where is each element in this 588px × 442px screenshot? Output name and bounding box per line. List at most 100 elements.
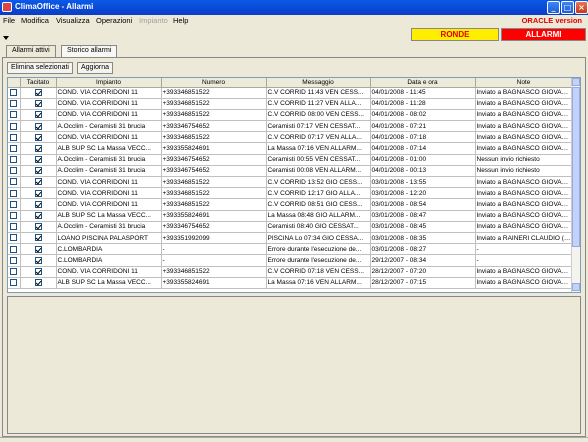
- row-select-checkbox-cell[interactable]: [8, 87, 21, 99]
- row-tacitato-checkbox[interactable]: [34, 267, 42, 275]
- column-header-numero[interactable]: Numero: [161, 78, 267, 88]
- table-row[interactable]: COND. VIA CORRIDONI 11 +393346851522 C.V C…: [8, 187, 573, 200]
- row-select-checkbox-cell[interactable]: [8, 277, 21, 289]
- row-tacitato-checkbox-cell[interactable]: [20, 232, 57, 245]
- row-select-checkbox[interactable]: [10, 223, 18, 231]
- table-row[interactable]: ALB SUP SC La Massa VECC... +393355824691…: [8, 210, 573, 222]
- row-tacitato-checkbox[interactable]: [34, 167, 42, 175]
- close-icon[interactable]: ×: [575, 1, 588, 14]
- row-tacitato-checkbox[interactable]: [34, 200, 42, 208]
- row-select-checkbox[interactable]: [10, 212, 18, 220]
- row-tacitato-checkbox[interactable]: [34, 88, 42, 96]
- row-select-checkbox-cell[interactable]: [8, 210, 21, 222]
- row-select-checkbox[interactable]: [10, 156, 18, 164]
- row-tacitato-checkbox-cell[interactable]: [20, 254, 57, 267]
- minimize-icon[interactable]: _: [547, 1, 560, 14]
- column-header-data[interactable]: Data e ora: [370, 78, 476, 88]
- row-tacitato-checkbox-cell[interactable]: [20, 198, 57, 211]
- row-tacitato-checkbox-cell[interactable]: [20, 243, 57, 256]
- row-select-checkbox-cell[interactable]: [8, 187, 21, 200]
- menu-modifica[interactable]: Modifica: [21, 16, 49, 25]
- menu-operazioni[interactable]: Operazioni: [96, 16, 132, 25]
- table-vertical-scrollbar[interactable]: [571, 78, 580, 292]
- table-row[interactable]: LOANO PISCINA PALASPORT +393351992099 PISC…: [8, 232, 573, 245]
- row-select-checkbox[interactable]: [10, 144, 18, 152]
- row-tacitato-checkbox-cell[interactable]: [20, 87, 57, 99]
- column-header-impianto[interactable]: Impianto: [56, 78, 162, 88]
- tab-allarmi-attivi[interactable]: Allarmi attivi: [6, 45, 56, 57]
- row-select-checkbox-cell[interactable]: [8, 98, 21, 110]
- refresh-button[interactable]: Aggiorna: [77, 62, 114, 74]
- row-select-checkbox-cell[interactable]: [8, 120, 21, 133]
- row-tacitato-checkbox-cell[interactable]: [20, 154, 57, 166]
- row-tacitato-checkbox-cell[interactable]: [20, 109, 57, 122]
- table-row[interactable]: COND. VIA CORRIDONI 11 +393346851522 C.V C…: [8, 176, 573, 189]
- row-select-checkbox-cell[interactable]: [8, 176, 21, 189]
- row-select-checkbox[interactable]: [10, 189, 18, 197]
- allarmi-button[interactable]: ALLARMI: [501, 28, 586, 41]
- row-tacitato-checkbox[interactable]: [34, 111, 42, 119]
- row-tacitato-checkbox[interactable]: [34, 234, 42, 242]
- maximize-icon[interactable]: □: [561, 1, 574, 14]
- row-tacitato-checkbox-cell[interactable]: [20, 176, 57, 189]
- row-select-checkbox[interactable]: [10, 234, 18, 242]
- table-row[interactable]: COND. VIA CORRIDONI 11 +393346851522 C.V C…: [8, 87, 573, 99]
- row-tacitato-checkbox[interactable]: [34, 100, 42, 108]
- row-select-checkbox[interactable]: [10, 88, 18, 96]
- table-row[interactable]: A.Occlim - Ceramisti 31 brucia +393346754…: [8, 120, 573, 133]
- row-tacitato-checkbox-cell[interactable]: [20, 266, 57, 278]
- row-tacitato-checkbox-cell[interactable]: [20, 98, 57, 110]
- row-select-checkbox-cell[interactable]: [8, 109, 21, 122]
- row-tacitato-checkbox[interactable]: [34, 133, 42, 141]
- tab-storico-allarmi[interactable]: Storico allarmi: [61, 45, 118, 57]
- row-select-checkbox-cell[interactable]: [8, 221, 21, 233]
- row-select-checkbox-cell[interactable]: [8, 165, 21, 178]
- row-select-checkbox-cell[interactable]: [8, 254, 21, 267]
- menu-file[interactable]: File: [3, 16, 15, 25]
- row-tacitato-checkbox[interactable]: [34, 144, 42, 152]
- table-row[interactable]: C.LOMBARDIA - Errore durante l'esecuzione …: [8, 254, 573, 267]
- row-tacitato-checkbox-cell[interactable]: [20, 187, 57, 200]
- scroll-thumb[interactable]: [572, 87, 580, 247]
- table-row[interactable]: COND. VIA CORRIDONI 11 +393346851522 C.V C…: [8, 98, 573, 110]
- row-tacitato-checkbox-cell[interactable]: [20, 120, 57, 133]
- row-tacitato-checkbox[interactable]: [34, 189, 42, 197]
- scroll-up-icon[interactable]: [572, 78, 580, 86]
- row-select-checkbox-cell[interactable]: [8, 198, 21, 211]
- title-bar[interactable]: ClimaOffice - Allarmi _ □ ×: [0, 0, 588, 15]
- row-tacitato-checkbox[interactable]: [34, 279, 42, 287]
- row-tacitato-checkbox[interactable]: [34, 178, 42, 186]
- column-header-tacitato[interactable]: Tacitato: [20, 78, 57, 88]
- row-tacitato-checkbox-cell[interactable]: [20, 131, 57, 144]
- menu-help[interactable]: Help: [173, 16, 188, 25]
- table-row[interactable]: COND. VIA CORRIDONI 11 +393346851522 C.V C…: [8, 266, 573, 278]
- row-tacitato-checkbox[interactable]: [34, 256, 42, 264]
- table-row[interactable]: ALB SUP SC La Massa VECC... +393355824691…: [8, 277, 573, 289]
- table-row[interactable]: A.Occlim - Ceramisti 31 brucia +393346754…: [8, 165, 573, 178]
- row-tacitato-checkbox-cell[interactable]: [20, 210, 57, 222]
- row-select-checkbox[interactable]: [10, 267, 18, 275]
- row-tacitato-checkbox[interactable]: [34, 122, 42, 130]
- menu-visualizza[interactable]: Visualizza: [56, 16, 90, 25]
- table-row[interactable]: C.LOMBARDIA - Errore durante l'esecuzione …: [8, 243, 573, 256]
- table-row[interactable]: COND. VIA CORRIDONI 11 +393346851522 C.V C…: [8, 131, 573, 144]
- row-select-checkbox-cell[interactable]: [8, 243, 21, 256]
- row-select-checkbox[interactable]: [10, 245, 18, 253]
- row-tacitato-checkbox[interactable]: [34, 245, 42, 253]
- row-select-checkbox[interactable]: [10, 200, 18, 208]
- row-tacitato-checkbox-cell[interactable]: [20, 221, 57, 233]
- row-tacitato-checkbox[interactable]: [34, 156, 42, 164]
- row-select-checkbox[interactable]: [10, 122, 18, 130]
- row-select-checkbox[interactable]: [10, 256, 18, 264]
- row-tacitato-checkbox[interactable]: [34, 212, 42, 220]
- row-select-checkbox-cell[interactable]: [8, 266, 21, 278]
- table-row[interactable]: COND. VIA CORRIDONI 11 +393346851522 C.V C…: [8, 109, 573, 122]
- scroll-down-icon[interactable]: [572, 283, 580, 291]
- row-select-checkbox[interactable]: [10, 111, 18, 119]
- row-select-checkbox[interactable]: [10, 178, 18, 186]
- dropdown-arrow-icon[interactable]: [3, 36, 9, 40]
- row-select-checkbox-cell[interactable]: [8, 142, 21, 155]
- ronde-button[interactable]: RONDE: [411, 28, 499, 41]
- delete-selected-button[interactable]: Elimina selezionati: [7, 62, 73, 74]
- column-header-messaggio[interactable]: Messaggio: [266, 78, 371, 88]
